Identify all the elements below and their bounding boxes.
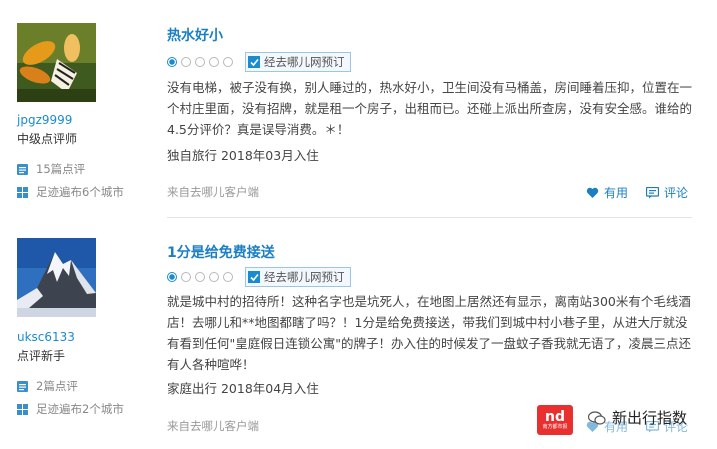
review-content: 就是城中村的招待所！这种名字也是坑死人，在地图上居然还有显示，离南站300米有个… xyxy=(167,294,692,372)
rating-dot-empty xyxy=(181,57,191,67)
grid-icon xyxy=(17,403,28,415)
grid-icon xyxy=(17,186,28,198)
rating-dot-empty xyxy=(223,272,233,282)
rating-dot-filled xyxy=(167,272,177,282)
user-name[interactable]: uksc6133 xyxy=(17,330,75,344)
heart-icon xyxy=(586,187,599,198)
avatar[interactable] xyxy=(17,238,96,317)
verified-label: 经去哪儿网预订 xyxy=(264,270,345,284)
useful-button[interactable]: 有用 xyxy=(586,184,628,201)
avatar[interactable] xyxy=(17,23,96,102)
useful-label: 有用 xyxy=(604,186,629,200)
divider xyxy=(167,217,692,218)
document-icon xyxy=(17,163,28,175)
watermark-text: 新出行指数 xyxy=(588,407,687,428)
review-count-label: 15篇点评 xyxy=(36,162,86,176)
review-title[interactable]: 1分是给免费接送 xyxy=(167,242,275,262)
rating-dot-empty xyxy=(195,57,205,67)
watermark-label: 新出行指数 xyxy=(612,409,688,427)
rating: 经去哪儿网预订 xyxy=(167,52,351,72)
watermark-logo: nd 南方都市报 xyxy=(537,405,573,435)
review-title[interactable]: 热水好小 xyxy=(167,25,223,45)
document-icon xyxy=(17,380,28,392)
rating: 经去哪儿网预订 xyxy=(167,267,351,287)
user-name[interactable]: jpgz9999 xyxy=(17,113,72,127)
check-icon xyxy=(248,271,260,283)
check-icon xyxy=(248,56,260,68)
rating-dot-empty xyxy=(181,272,191,282)
watermark-logo-sub: 南方都市报 xyxy=(542,423,568,430)
comment-button[interactable]: 评论 xyxy=(646,184,688,201)
user-level: 中级点评师 xyxy=(17,132,78,146)
review-content: 没有电梯，被子没有换，别人睡过的，热水好小，卫生间没有马桶盖，房间睡着压抑，位置… xyxy=(167,80,693,137)
wechat-icon xyxy=(588,410,606,425)
comment-icon xyxy=(646,186,660,198)
travel-info: 家庭出行 2018年04月入住 xyxy=(167,381,319,396)
review-source: 来自去哪儿客户端 xyxy=(167,185,259,199)
review-count: 2篇点评 xyxy=(17,378,78,394)
rating-dot-empty xyxy=(209,57,219,67)
review-source: 来自去哪儿客户端 xyxy=(167,419,259,433)
review-count: 15篇点评 xyxy=(17,161,85,177)
rating-dot-empty xyxy=(209,272,219,282)
user-level: 点评新手 xyxy=(17,349,66,363)
watermark-logo-mark: nd xyxy=(545,408,565,425)
rating-dot-empty xyxy=(195,272,205,282)
rating-dot-filled xyxy=(167,57,177,67)
travel-info: 独自旅行 2018年03月入住 xyxy=(167,148,319,163)
footprint-label: 足迹遍布2个城市 xyxy=(36,402,124,416)
verified-label: 经去哪儿网预订 xyxy=(264,55,345,69)
rating-dot-empty xyxy=(223,57,233,67)
footprint: 足迹遍布2个城市 xyxy=(17,401,124,417)
verified-badge: 经去哪儿网预订 xyxy=(245,267,351,287)
footprint-label: 足迹遍布6个城市 xyxy=(36,185,124,199)
footprint: 足迹遍布6个城市 xyxy=(17,184,124,200)
verified-badge: 经去哪儿网预订 xyxy=(245,52,351,72)
comment-label: 评论 xyxy=(664,186,689,200)
review-count-label: 2篇点评 xyxy=(36,379,78,393)
review-actions: 有用 评论 xyxy=(568,184,688,201)
